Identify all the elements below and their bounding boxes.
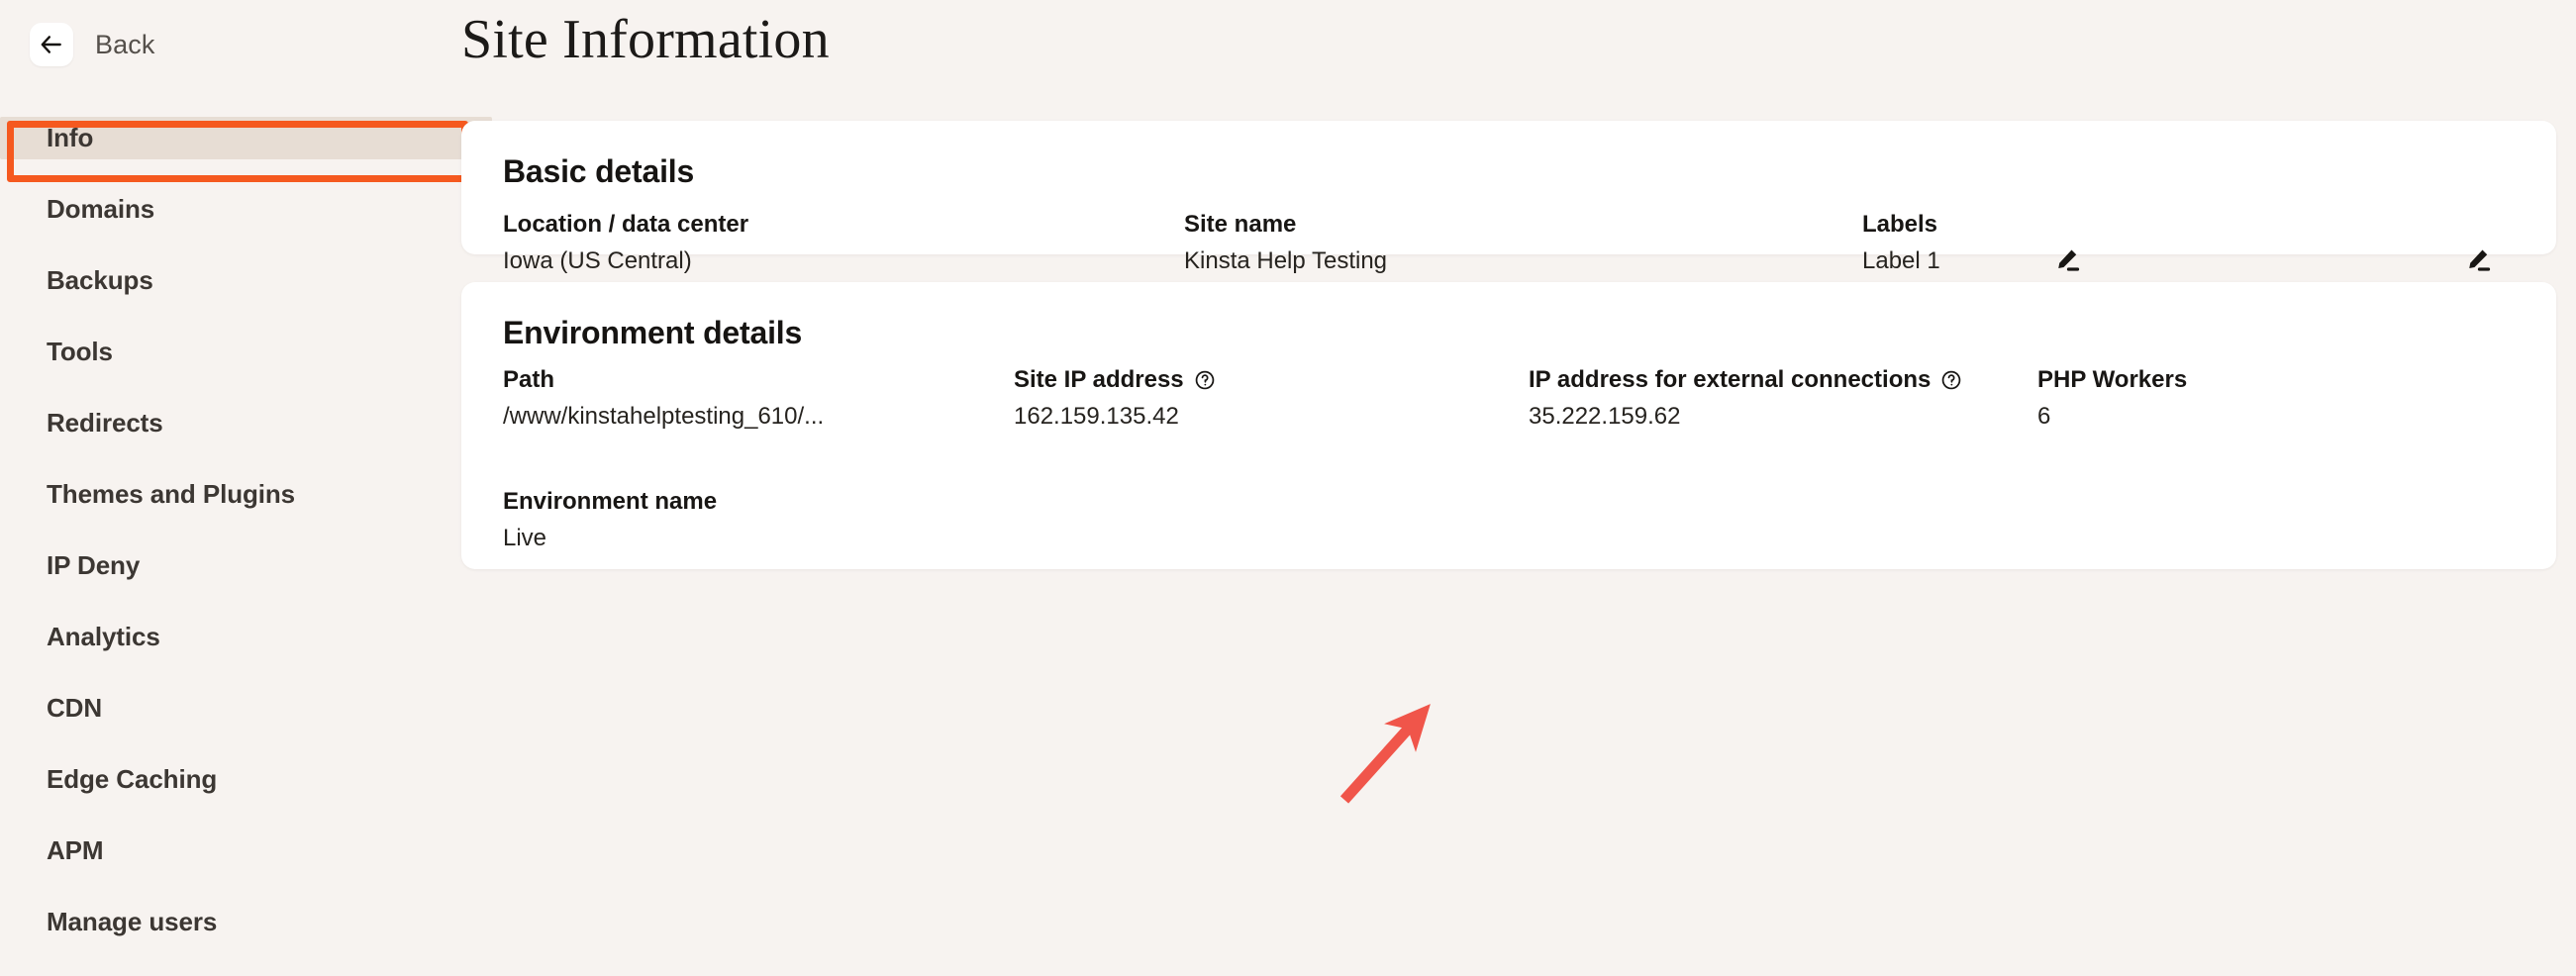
sidebar-item-label: Backups: [47, 265, 153, 295]
site-ip-value: 162.159.135.42: [1014, 403, 1179, 430]
sidebar-item-analytics[interactable]: Analytics: [0, 616, 461, 658]
sidebar-item-themes-and-plugins[interactable]: Themes and Plugins: [0, 473, 461, 516]
location-label: Location / data center: [503, 211, 749, 238]
site-ip-label-group: Site IP address: [1014, 366, 1216, 394]
sidebar-item-backups[interactable]: Backups: [0, 259, 461, 302]
back-label: Back: [95, 29, 155, 59]
pencil-icon: [2463, 245, 2493, 275]
page-title: Site Information: [461, 9, 830, 70]
help-circle-icon[interactable]: [1940, 369, 1962, 391]
annotation-arrow: [1333, 693, 1451, 812]
site-ip-label: Site IP address: [1014, 366, 1184, 393]
pencil-icon: [2052, 245, 2082, 275]
sidebar-item-label: Redirects: [47, 408, 163, 438]
sidebar-item-redirects[interactable]: Redirects: [0, 402, 461, 444]
sidebar-item-label: Edge Caching: [47, 764, 218, 794]
external-ip-value: 35.222.159.62: [1529, 403, 1681, 430]
path-label: Path: [503, 366, 555, 393]
labels-value: Label 1: [1862, 247, 1940, 274]
external-ip-label: IP address for external connections: [1529, 366, 1932, 393]
sidebar-item-ip-deny[interactable]: IP Deny: [0, 544, 461, 587]
environment-name-value: Live: [503, 525, 547, 551]
sidebar-item-label: Info: [47, 123, 94, 152]
basic-details-title: Basic details: [503, 153, 695, 189]
php-workers-label: PHP Workers: [2037, 366, 2188, 393]
back-button[interactable]: Back: [30, 23, 154, 66]
sidebar-item-manage-users[interactable]: Manage users: [0, 901, 461, 943]
help-circle-icon[interactable]: [1194, 369, 1216, 391]
edit-site-name-button[interactable]: [2050, 244, 2084, 277]
sidebar-item-label: APM: [47, 835, 104, 865]
sidebar-item-label: CDN: [47, 693, 103, 723]
environment-details-title: Environment details: [503, 315, 803, 350]
external-ip-label-group: IP address for external connections: [1529, 366, 1962, 394]
sidebar-item-apm[interactable]: APM: [0, 830, 461, 872]
sidebar-item-domains[interactable]: Domains: [0, 188, 461, 231]
php-workers-value: 6: [2037, 403, 2051, 430]
site-name-label: Site name: [1184, 211, 1297, 238]
location-value: Iowa (US Central): [503, 247, 692, 274]
site-information-page: Back Info Domains Backups Tools Redirect…: [0, 0, 2576, 976]
sidebar-item-label: Domains: [47, 194, 155, 224]
labels-label: Labels: [1862, 211, 1938, 238]
environment-name-label: Environment name: [503, 488, 718, 515]
main-content: Site Information Basic details Location …: [461, 0, 2576, 976]
sidebar-item-tools[interactable]: Tools: [0, 331, 461, 373]
path-value: /www/kinstahelptesting_610/...: [503, 403, 825, 430]
sidebar-item-label: Themes and Plugins: [47, 479, 296, 509]
edit-labels-button[interactable]: [2461, 244, 2495, 277]
sidebar-item-label: Tools: [47, 337, 113, 366]
sidebar-item-label: Analytics: [47, 622, 160, 651]
environment-details-card: Environment details Path Site IP address…: [461, 282, 2556, 804]
sidebar-item-label: IP Deny: [47, 550, 141, 580]
sidebar-nav: Info Domains Backups Tools Redirects The…: [0, 117, 492, 972]
basic-details-card: Basic details Location / data center Iow…: [461, 121, 2556, 274]
sidebar-item-label: Manage users: [47, 907, 218, 936]
sidebar: Back Info Domains Backups Tools Redirect…: [0, 0, 492, 976]
sidebar-item-cdn[interactable]: CDN: [0, 687, 461, 730]
sidebar-item-edge-caching[interactable]: Edge Caching: [0, 758, 461, 801]
site-name-value: Kinsta Help Testing: [1184, 247, 1388, 274]
sidebar-item-info[interactable]: Info: [0, 117, 492, 159]
arrow-left-icon[interactable]: [30, 23, 73, 66]
